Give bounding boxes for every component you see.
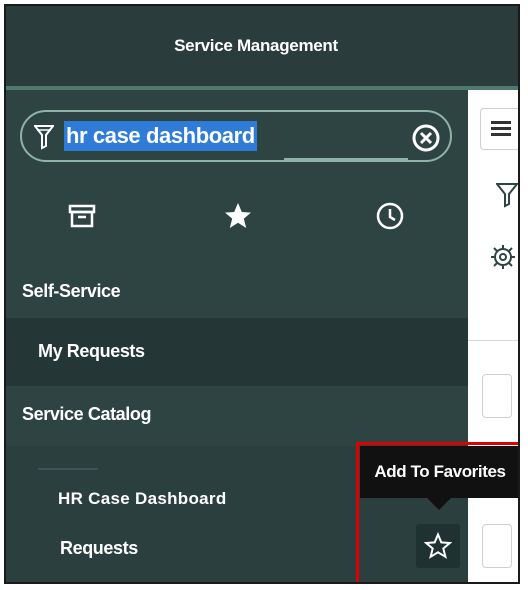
navigator-search[interactable]: hr case dashboard	[20, 110, 452, 162]
search-input[interactable]: hr case dashboard	[64, 121, 257, 151]
nav-section-label: Self-Service	[22, 281, 121, 301]
app-frame: Service Management hr case dashboard Sel…	[4, 4, 520, 584]
app-title: Service Management	[174, 36, 338, 55]
star-icon[interactable]	[222, 200, 254, 232]
record-checkbox[interactable]	[482, 374, 512, 418]
content-divider	[468, 340, 518, 341]
nav-section-service-catalog[interactable]: Service Catalog	[6, 386, 468, 446]
archive-icon[interactable]	[66, 200, 98, 232]
gear-icon[interactable]	[490, 244, 516, 270]
nav-item-hr-case-dashboard[interactable]: HR Case Dashboard	[58, 489, 227, 509]
clear-icon[interactable]	[412, 124, 440, 152]
nav-item-my-requests[interactable]: My Requests	[6, 318, 468, 386]
menu-icon[interactable]	[480, 108, 518, 150]
clock-icon[interactable]	[374, 200, 406, 232]
nav-section-label: Service Catalog	[22, 404, 152, 424]
nav-item-requests[interactable]: Requests	[60, 538, 138, 559]
filter-icon[interactable]	[494, 182, 518, 208]
filter-icon	[34, 125, 54, 150]
nav-item-label: My Requests	[38, 341, 145, 361]
nav-section-self-service[interactable]: Self-Service	[6, 268, 468, 318]
search-underline	[284, 158, 408, 160]
app-header: Service Management	[6, 6, 518, 90]
nav-divider	[38, 468, 98, 470]
annotation-highlight	[356, 442, 518, 582]
